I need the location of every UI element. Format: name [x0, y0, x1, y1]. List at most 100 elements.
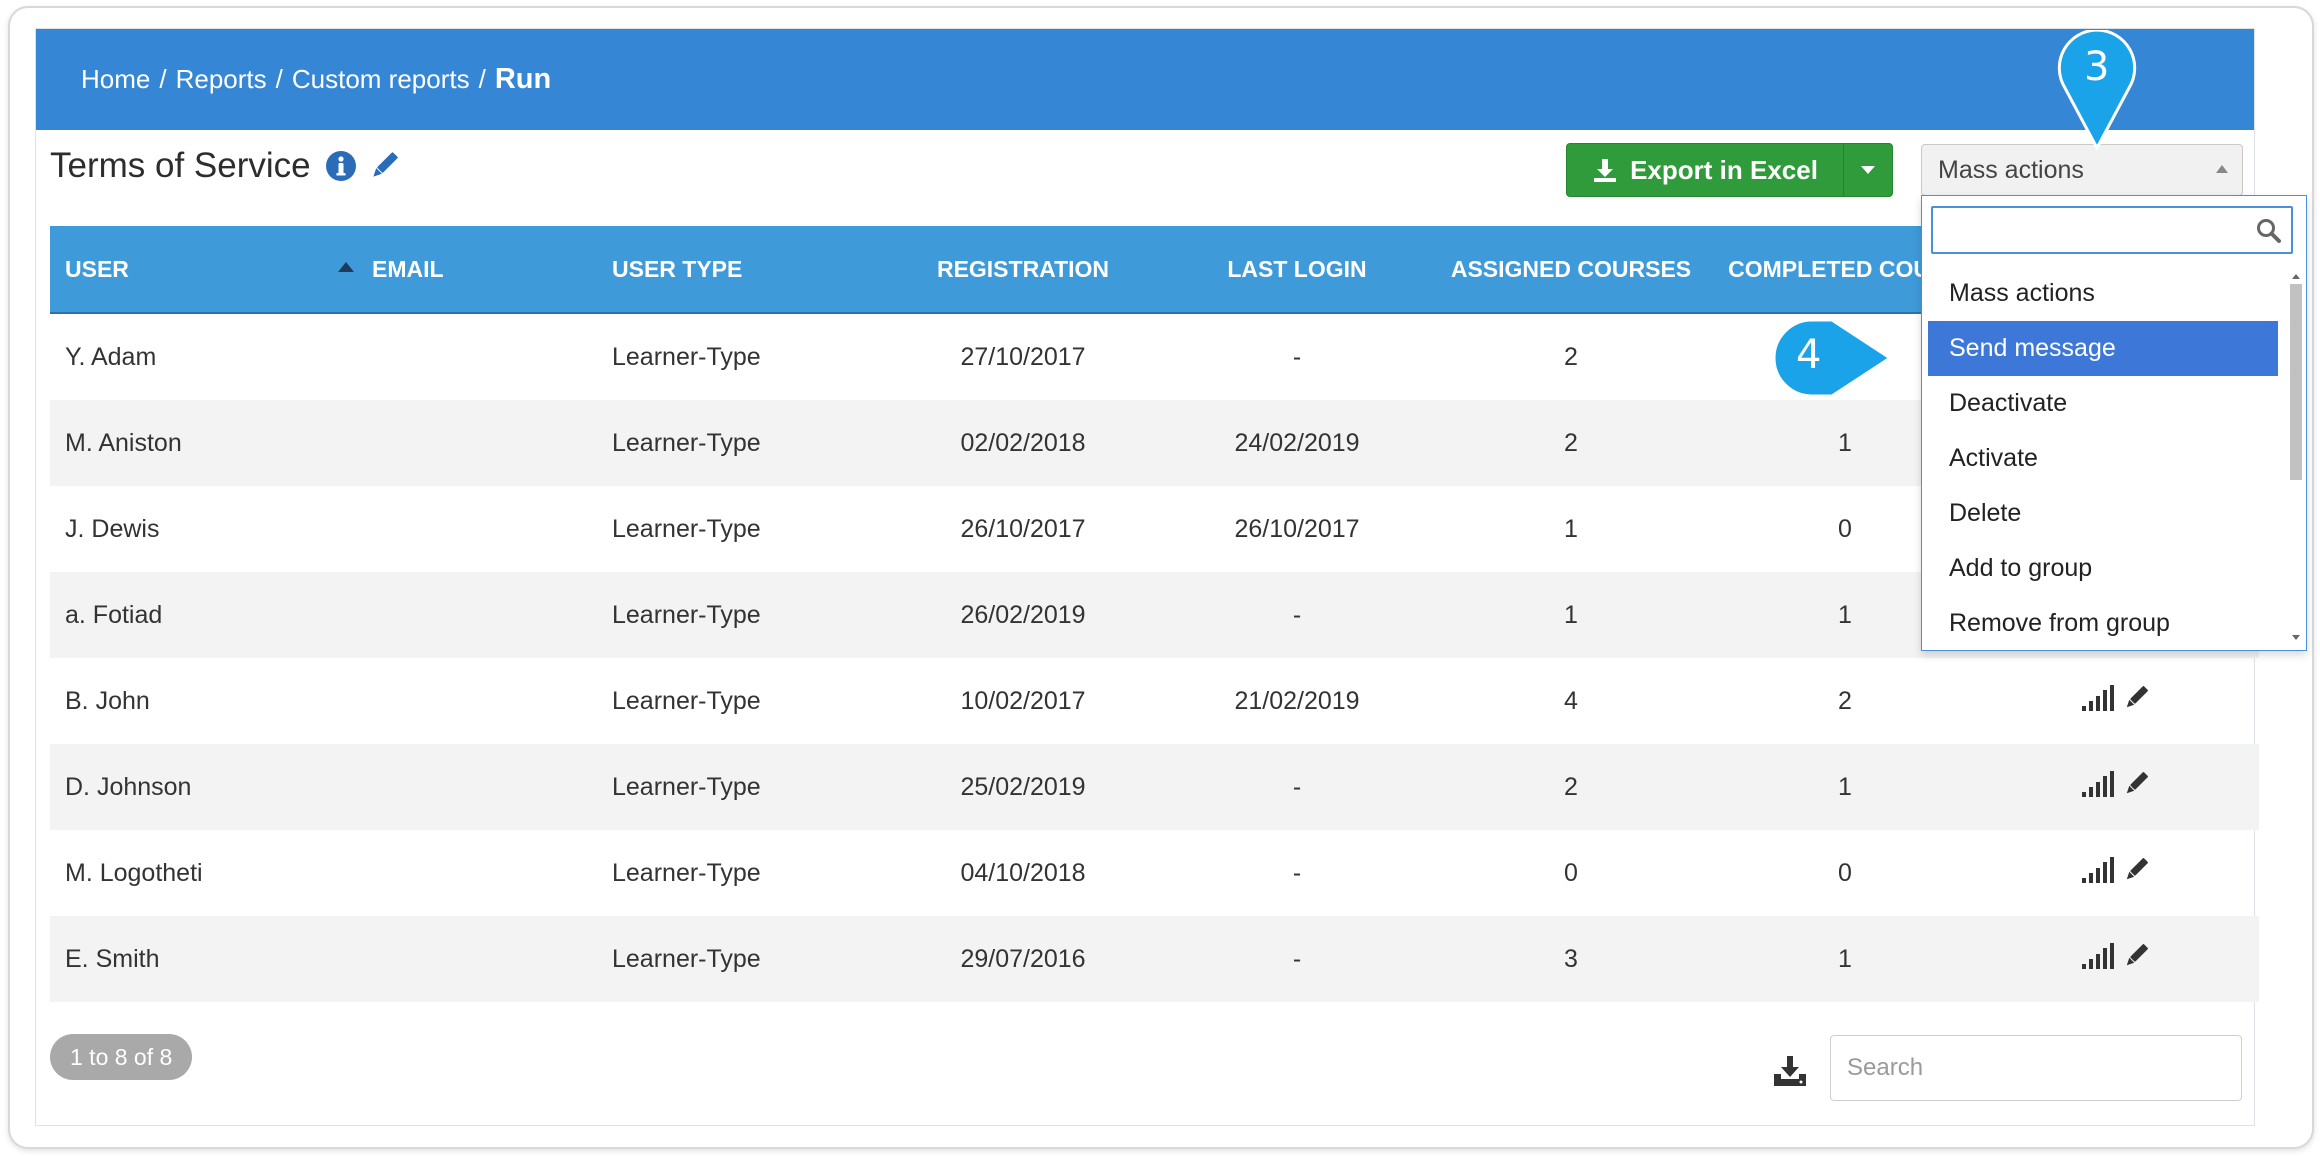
breadcrumb-reports[interactable]: Reports [176, 64, 267, 95]
cell-actions [1982, 916, 2259, 1002]
export-excel-button[interactable]: Export in Excel [1566, 143, 1893, 197]
cell-registration: 26/10/2017 [960, 514, 1086, 543]
table-row: B. John Learner-Type 10/02/2017 21/02/2019 4… [50, 658, 2259, 744]
download-icon[interactable] [1772, 1054, 1808, 1093]
column-header-user-type[interactable]: USER TYPE [612, 226, 886, 314]
cell-registration: 25/02/2019 [886, 744, 1160, 830]
column-header-registration[interactable]: REGISTRATION [886, 226, 1160, 314]
cell-email [338, 572, 612, 658]
cell-registration: 29/07/2016 [886, 916, 1160, 1002]
search-icon [2257, 219, 2281, 243]
cell-user-type: Learner-Type [612, 744, 886, 830]
cell-email [338, 486, 612, 572]
dropdown-search-input[interactable] [1931, 206, 2293, 254]
signal-bars-icon[interactable] [2080, 684, 2114, 719]
signal-bars-icon[interactable] [2080, 770, 2114, 805]
cell-completed-courses: 1 [1708, 916, 1982, 1002]
dropdown-scrollbar[interactable] [2288, 266, 2304, 646]
breadcrumb-home[interactable]: Home [81, 64, 150, 95]
cell-actions [1982, 830, 2259, 916]
export-excel-main[interactable]: Export in Excel [1567, 144, 1844, 196]
cell-last-login: 24/02/2019 [1160, 400, 1434, 486]
cell-assigned-courses: 2 [1434, 744, 1708, 830]
cell-user: a. Fotiad [50, 572, 338, 658]
export-dropdown-toggle[interactable] [1844, 144, 1892, 196]
cell-assigned-courses: 2 [1564, 342, 1578, 371]
dropdown-option-send-message[interactable]: Send message [1928, 321, 2278, 376]
scroll-down-icon[interactable] [2292, 635, 2300, 640]
dropdown-option-add-to-group[interactable]: Add to group [1928, 541, 2278, 596]
cell-user: J. Dewis [65, 514, 160, 543]
cell-user: Y. Adam [65, 342, 157, 371]
cell-assigned-courses: 2 [1434, 400, 1708, 486]
caret-down-icon [1861, 166, 1875, 174]
breadcrumb-separator: / [159, 64, 167, 94]
row-actions [1982, 684, 2259, 719]
cell-user-type: Learner-Type [612, 572, 886, 658]
cell-completed-courses: 0 [1838, 858, 1852, 887]
table-row: M. Logotheti Learner-Type 04/10/2018 - 0 0 [50, 830, 2259, 916]
cell-user: B. John [65, 686, 150, 715]
page-title: Terms of Service [50, 146, 311, 185]
cell-last-login: 21/02/2019 [1234, 686, 1360, 715]
dropdown-option-delete[interactable]: Delete [1928, 486, 2278, 541]
dropdown-option-activate[interactable]: Activate [1928, 431, 2278, 486]
signal-bars-icon[interactable] [2080, 942, 2114, 977]
sort-asc-icon [338, 262, 354, 273]
cell-assigned-courses: 1 [1564, 514, 1578, 543]
search-input[interactable] [1830, 1035, 2242, 1101]
cell-registration: 27/10/2017 [960, 342, 1086, 371]
download-icon [1594, 159, 1617, 182]
column-header-last-login[interactable]: LAST LOGIN [1160, 226, 1434, 314]
breadcrumb-custom-reports[interactable]: Custom reports [292, 64, 470, 95]
cell-last-login: - [1160, 572, 1434, 658]
column-header-email[interactable]: EMAIL [338, 226, 612, 314]
cell-user-type: Learner-Type [612, 858, 761, 887]
caret-up-icon [2216, 165, 2228, 173]
column-header-assigned-courses[interactable]: ASSIGNED COURSES [1434, 226, 1708, 314]
header-bar: Home / Reports / Custom reports / Run [36, 29, 2254, 130]
callout-step-4: 4 [1772, 318, 1894, 403]
export-excel-label: Export in Excel [1630, 154, 1818, 185]
pencil-icon[interactable] [367, 149, 401, 183]
table-row: D. Johnson Learner-Type 25/02/2019-2 1 [50, 744, 2259, 830]
breadcrumb-separator: / [478, 64, 486, 94]
breadcrumb-separator: / [275, 64, 283, 94]
cell-actions [1982, 658, 2259, 744]
breadcrumb: Home / Reports / Custom reports / Run [81, 63, 551, 96]
cell-registration: 04/10/2018 [960, 858, 1086, 887]
cell-completed-courses: 2 [1838, 686, 1852, 715]
cell-email [338, 916, 612, 1002]
cell-user-type: Learner-Type [612, 686, 761, 715]
cell-user: D. Johnson [50, 744, 338, 830]
mass-actions-value: Mass actions [1938, 155, 2084, 184]
dropdown-option-deactivate[interactable]: Deactivate [1928, 376, 2278, 431]
info-icon[interactable] [325, 150, 357, 182]
title-row: Terms of Service [50, 146, 401, 186]
cell-completed-courses: 1 [1708, 744, 1982, 830]
pencil-icon[interactable] [2122, 942, 2150, 977]
cell-user: E. Smith [50, 916, 338, 1002]
scroll-up-icon[interactable] [2292, 274, 2300, 279]
mass-actions-dropdown: Mass actions Send message Deactivate Activa… [1921, 195, 2307, 651]
scrollbar-thumb[interactable] [2290, 284, 2302, 480]
dropdown-option-mass-actions[interactable]: Mass actions [1928, 266, 2278, 321]
pencil-icon[interactable] [2122, 770, 2150, 805]
pencil-icon[interactable] [2122, 684, 2150, 719]
pagination-info: 1 to 8 of 8 [50, 1034, 193, 1080]
callout-step-3-number: 3 [2084, 44, 2110, 90]
pencil-icon[interactable] [2122, 856, 2150, 891]
dropdown-option-remove-from-group[interactable]: Remove from group [1928, 596, 2278, 651]
cell-user-type: Learner-Type [612, 342, 761, 371]
dropdown-options: Mass actions Send message Deactivate Activa… [1922, 266, 2284, 651]
cell-registration: 26/02/2019 [886, 572, 1160, 658]
column-header-user[interactable]: USER [50, 226, 338, 314]
signal-bars-icon[interactable] [2080, 856, 2114, 891]
cell-email [338, 830, 612, 916]
pagination-text: 1 to 8 of 8 [70, 1043, 173, 1070]
cell-registration: 10/02/2017 [960, 686, 1086, 715]
row-actions [1982, 770, 2259, 805]
cell-user-type: Learner-Type [612, 514, 761, 543]
cell-registration: 02/02/2018 [886, 400, 1160, 486]
cell-assigned-courses: 1 [1434, 572, 1708, 658]
